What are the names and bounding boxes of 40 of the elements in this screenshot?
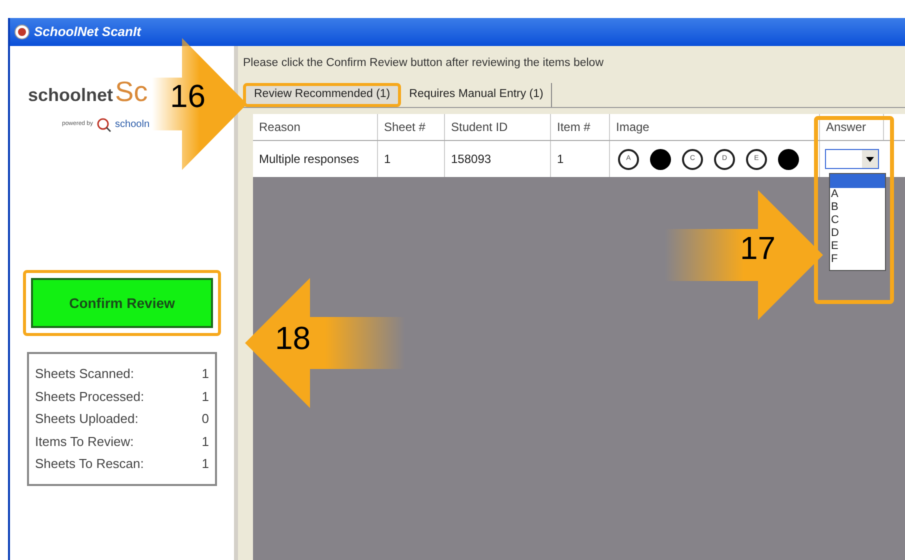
stat-label: Sheets Uploaded: [35, 410, 138, 428]
tab[interactable]: Review Recommended (1) [243, 83, 402, 107]
stat-value: 1 [202, 388, 209, 406]
dropdown-option[interactable]: C [830, 214, 885, 227]
window-title: SchoolNet ScanIt [34, 23, 141, 42]
dropdown-option[interactable]: B [830, 201, 885, 214]
column-header: Student ID [445, 114, 551, 140]
table-cell: 1 [551, 141, 610, 177]
stat-label: Items To Review: [35, 432, 134, 450]
dropdown-option[interactable]: A [830, 188, 885, 201]
stat-label: Sheets Scanned: [35, 365, 134, 383]
table-cell: Multiple responses [253, 141, 378, 177]
dropdown-option[interactable]: F [830, 253, 885, 266]
callout-number: 18 [275, 322, 311, 354]
stat-value: 0 [202, 410, 209, 428]
column-header: Item # [551, 114, 610, 140]
magnifier-logo-icon [97, 118, 112, 132]
logo-text: schooln [115, 118, 150, 132]
logo-text: schoolnet [28, 84, 114, 107]
stat-value: 1 [202, 455, 209, 473]
dropdown-option[interactable]: D [830, 227, 885, 240]
logo-text: Sc [115, 75, 148, 109]
app-logo-icon [14, 24, 30, 40]
confirm-review-button[interactable]: Confirm Review [31, 278, 213, 328]
table-cell: 1 [378, 141, 445, 177]
column-header: Reason [253, 114, 378, 140]
callout-number: 17 [740, 232, 776, 264]
stat-label: Sheets To Rescan: [35, 455, 144, 473]
instruction-text: Please click the Confirm Review button after reviewing the items below [243, 56, 604, 72]
stat-label: Sheets Processed: [35, 388, 144, 406]
table-cell: 158093 [445, 141, 551, 177]
column-header: Sheet # [378, 114, 445, 140]
column-header: Image [610, 114, 820, 140]
dropdown-option[interactable]: E [830, 240, 885, 253]
stat-value: 1 [202, 432, 209, 450]
dropdown-caret-icon [862, 150, 878, 168]
callout-number: 16 [170, 80, 206, 112]
answer-dropdown[interactable] [825, 149, 879, 169]
column-header: Answer [820, 114, 884, 140]
stat-value: 1 [202, 365, 209, 383]
